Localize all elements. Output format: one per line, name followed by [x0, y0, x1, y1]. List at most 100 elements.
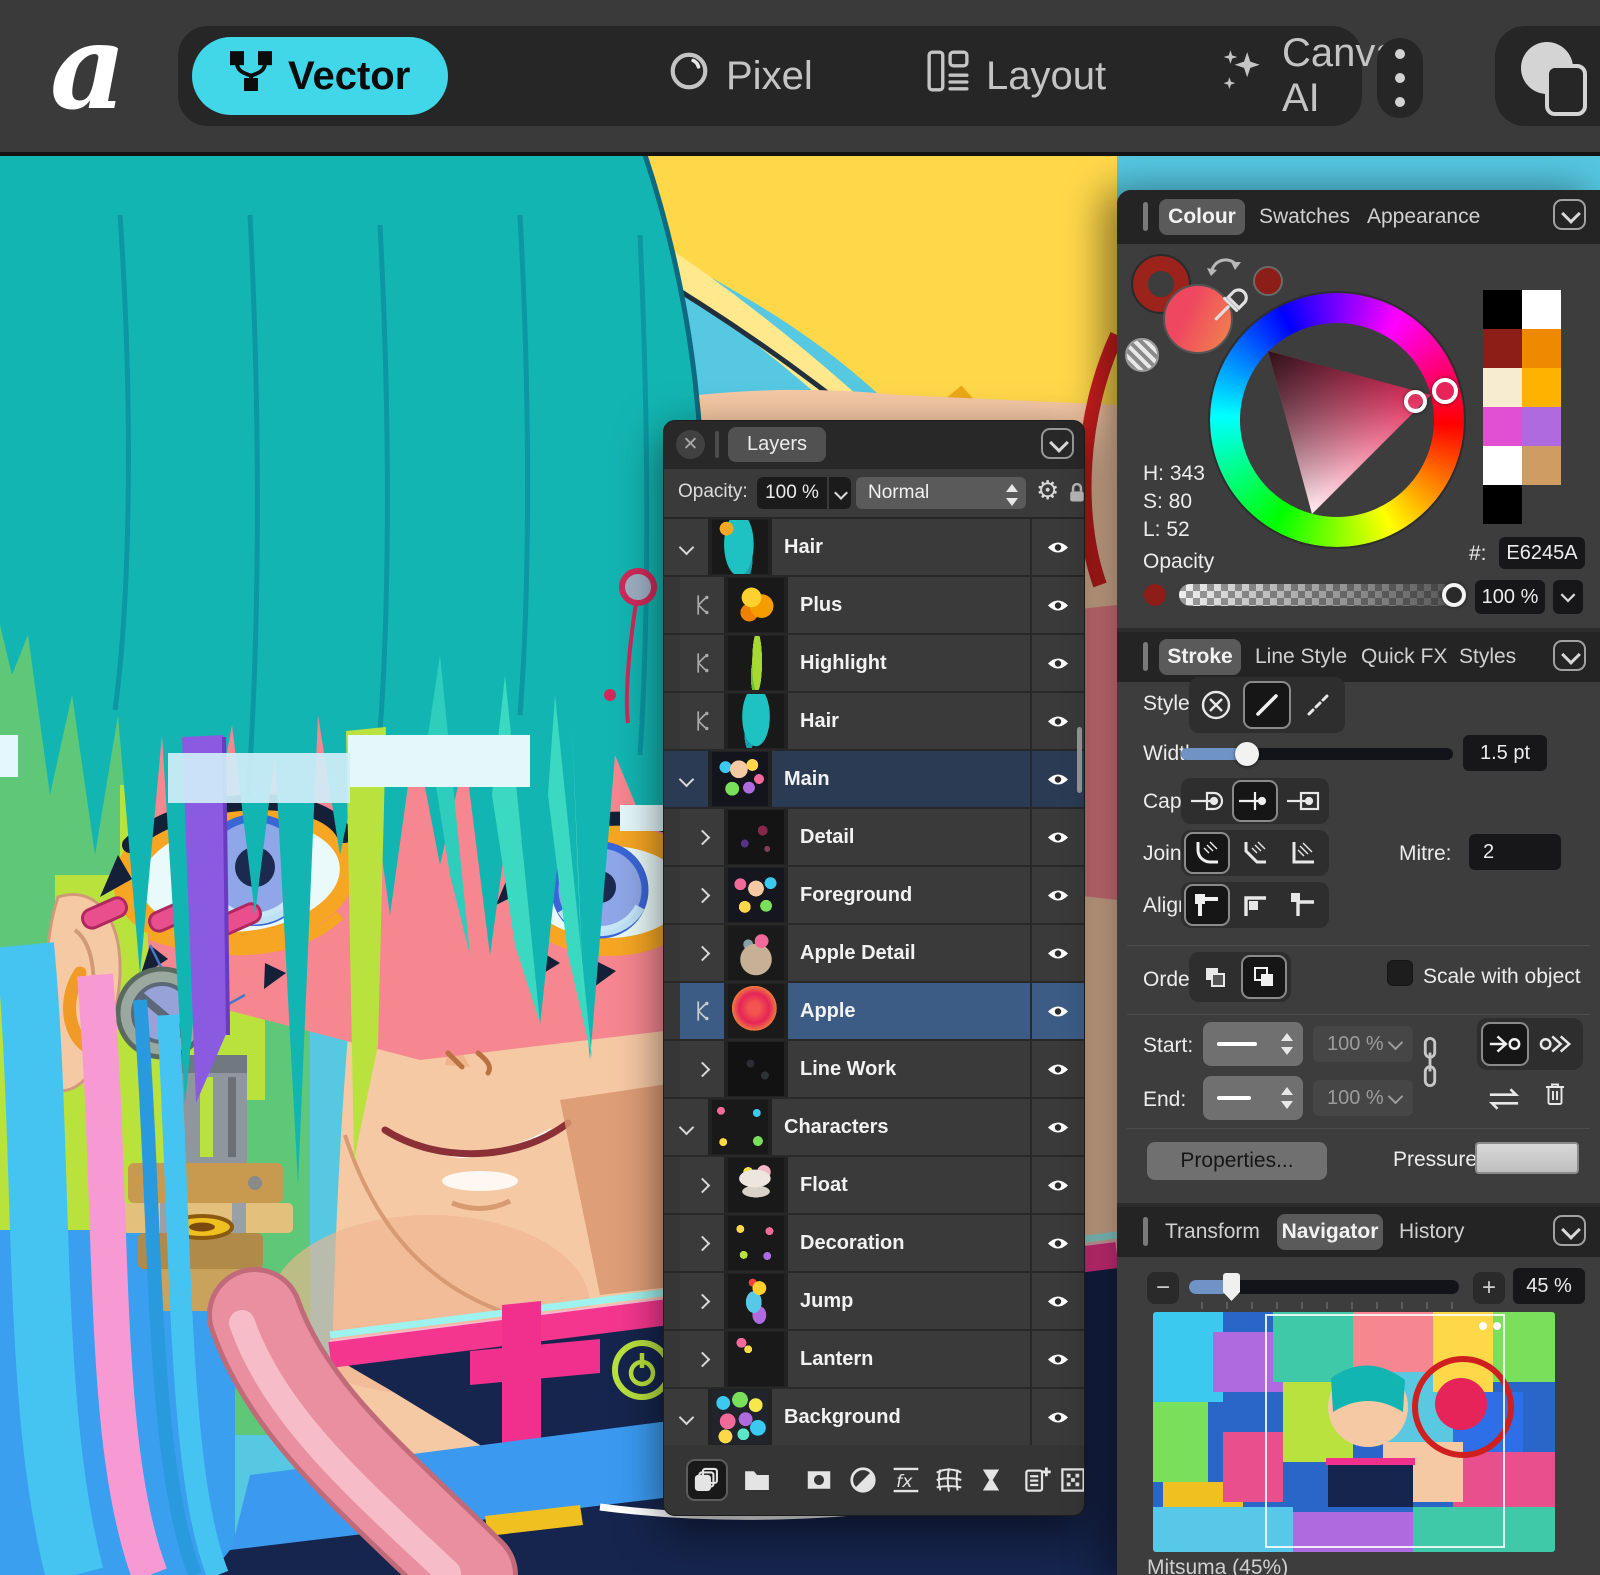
tab-stroke[interactable]: Stroke	[1159, 639, 1241, 675]
layer-row[interactable]: Plus	[664, 577, 1084, 635]
swatch[interactable]	[1483, 329, 1522, 368]
visibility-toggle[interactable]	[1030, 1389, 1084, 1445]
end-marker-select[interactable]	[1203, 1076, 1303, 1120]
tab-appearance[interactable]: Appearance	[1367, 190, 1480, 244]
end-scale-field[interactable]: 100 %	[1313, 1080, 1413, 1116]
zoom-in-button[interactable]: +	[1473, 1272, 1505, 1304]
cap-butt-button[interactable]	[1232, 780, 1278, 822]
expand-icon[interactable]	[680, 925, 724, 981]
tab-history[interactable]: History	[1399, 1207, 1464, 1257]
mitre-field[interactable]: 2	[1469, 834, 1561, 870]
collapse-icon[interactable]	[664, 1099, 708, 1155]
join-round-button[interactable]	[1184, 832, 1230, 874]
layer-row-selected[interactable]: Apple	[664, 983, 1084, 1041]
tab-transform[interactable]: Transform	[1165, 1207, 1260, 1257]
zoom-out-button[interactable]: −	[1147, 1272, 1179, 1304]
stroke-width-slider[interactable]	[1181, 748, 1453, 760]
layer-row[interactable]: Line Work	[664, 1041, 1084, 1099]
hourglass-icon[interactable]	[970, 1459, 1012, 1501]
adjustment-icon[interactable]	[842, 1459, 884, 1501]
layer-opacity-dropdown[interactable]	[829, 477, 851, 509]
colour-opacity-field[interactable]: 100 %	[1475, 580, 1545, 614]
properties-button[interactable]: Properties...	[1147, 1142, 1327, 1180]
start-marker-select[interactable]	[1203, 1022, 1303, 1066]
scrollbar[interactable]	[1077, 727, 1082, 793]
layer-row[interactable]: Detail	[664, 809, 1084, 867]
slider-knob[interactable]	[1235, 742, 1259, 766]
hex-field[interactable]: E6245A	[1499, 537, 1585, 569]
picked-colour-dot[interactable]	[1253, 266, 1283, 296]
slider-knob[interactable]	[1442, 583, 1466, 607]
slider-knob[interactable]	[1223, 1273, 1240, 1301]
viewport-rectangle[interactable]	[1265, 1314, 1505, 1548]
link-icon[interactable]	[1420, 1036, 1440, 1088]
layer-row[interactable]: Float	[664, 1157, 1084, 1215]
visibility-toggle[interactable]	[1030, 1041, 1084, 1097]
layer-row[interactable]: Background	[664, 1389, 1084, 1447]
style-dashed-button[interactable]	[1295, 683, 1341, 727]
layer-row[interactable]: Foreground	[664, 867, 1084, 925]
expand-icon[interactable]	[680, 1041, 724, 1097]
lock-icon[interactable]	[1068, 481, 1085, 509]
swatch[interactable]	[1522, 407, 1561, 446]
stroke-front-button[interactable]	[1241, 955, 1287, 999]
visibility-toggle[interactable]	[1030, 809, 1084, 865]
style-solid-button[interactable]	[1243, 681, 1291, 729]
visibility-toggle[interactable]	[1030, 1215, 1084, 1271]
start-scale-field[interactable]: 100 %	[1313, 1026, 1413, 1062]
tab-quick-fx[interactable]: Quick FX	[1361, 632, 1447, 682]
swatch[interactable]	[1483, 446, 1522, 485]
expand-icon[interactable]	[680, 1215, 724, 1271]
layer-row[interactable]: Apple Detail	[664, 925, 1084, 983]
style-none-button[interactable]	[1193, 683, 1239, 727]
layer-row[interactable]: Characters	[664, 1099, 1084, 1157]
overflow-menu-button[interactable]	[1377, 38, 1423, 118]
visibility-toggle[interactable]	[1030, 867, 1084, 923]
layer-row[interactable]: Highlight	[664, 635, 1084, 693]
stroke-width-field[interactable]: 1.5 pt	[1463, 735, 1547, 771]
align-outside-button[interactable]	[1280, 886, 1326, 924]
swatch[interactable]	[1483, 368, 1522, 407]
collapse-panel-button[interactable]	[1553, 1215, 1586, 1246]
start-on-curve-button[interactable]	[1481, 1022, 1529, 1066]
swatch[interactable]	[1522, 446, 1561, 485]
stroke-behind-button[interactable]	[1193, 958, 1237, 996]
align-centre-button[interactable]	[1184, 884, 1230, 926]
edit-all-layers-icon[interactable]	[686, 1459, 728, 1501]
close-icon[interactable]: ✕	[676, 430, 705, 459]
visibility-toggle[interactable]	[1030, 751, 1084, 807]
expand-icon[interactable]	[680, 867, 724, 923]
gear-icon[interactable]: ⚙	[1036, 475, 1059, 506]
affinity-logo[interactable]: a	[50, 8, 150, 138]
layer-row-selected-parent[interactable]: Main	[664, 751, 1084, 809]
layer-row[interactable]: Hair	[664, 693, 1084, 751]
tab-canva-ai[interactable]: Canva AI	[1220, 26, 1398, 126]
mesh-warp-icon[interactable]	[928, 1459, 970, 1501]
blend-mode-select[interactable]: Normal	[856, 477, 1026, 509]
visibility-toggle[interactable]	[1030, 693, 1084, 749]
zoom-slider[interactable]	[1189, 1280, 1459, 1294]
layer-row[interactable]: Hair	[664, 519, 1084, 577]
swatch[interactable]	[1522, 329, 1561, 368]
tab-colour[interactable]: Colour	[1159, 199, 1245, 235]
swap-markers-icon[interactable]	[1485, 1086, 1523, 1112]
expand-icon[interactable]	[680, 1157, 724, 1213]
join-bevel-button[interactable]	[1232, 834, 1278, 872]
layer-row[interactable]: Lantern	[664, 1331, 1084, 1389]
join-mitre-button[interactable]	[1280, 834, 1326, 872]
visibility-toggle[interactable]	[1030, 1273, 1084, 1329]
visibility-toggle[interactable]	[1030, 1331, 1084, 1387]
end-on-curve-button[interactable]	[1533, 1024, 1579, 1064]
tab-navigator[interactable]: Navigator	[1277, 1214, 1383, 1250]
tab-vector[interactable]: Vector	[192, 37, 448, 115]
scale-with-object-checkbox[interactable]	[1387, 960, 1413, 986]
visibility-toggle[interactable]	[1030, 577, 1084, 633]
pressure-profile-box[interactable]	[1475, 1142, 1579, 1174]
cap-square-button[interactable]	[1280, 782, 1326, 820]
swatch[interactable]	[1483, 407, 1522, 446]
tab-line-style[interactable]: Line Style	[1255, 632, 1347, 682]
swatch[interactable]	[1483, 485, 1522, 524]
share-button[interactable]	[1495, 26, 1600, 126]
visibility-toggle[interactable]	[1030, 1157, 1084, 1213]
hue-marker[interactable]	[1432, 378, 1458, 404]
